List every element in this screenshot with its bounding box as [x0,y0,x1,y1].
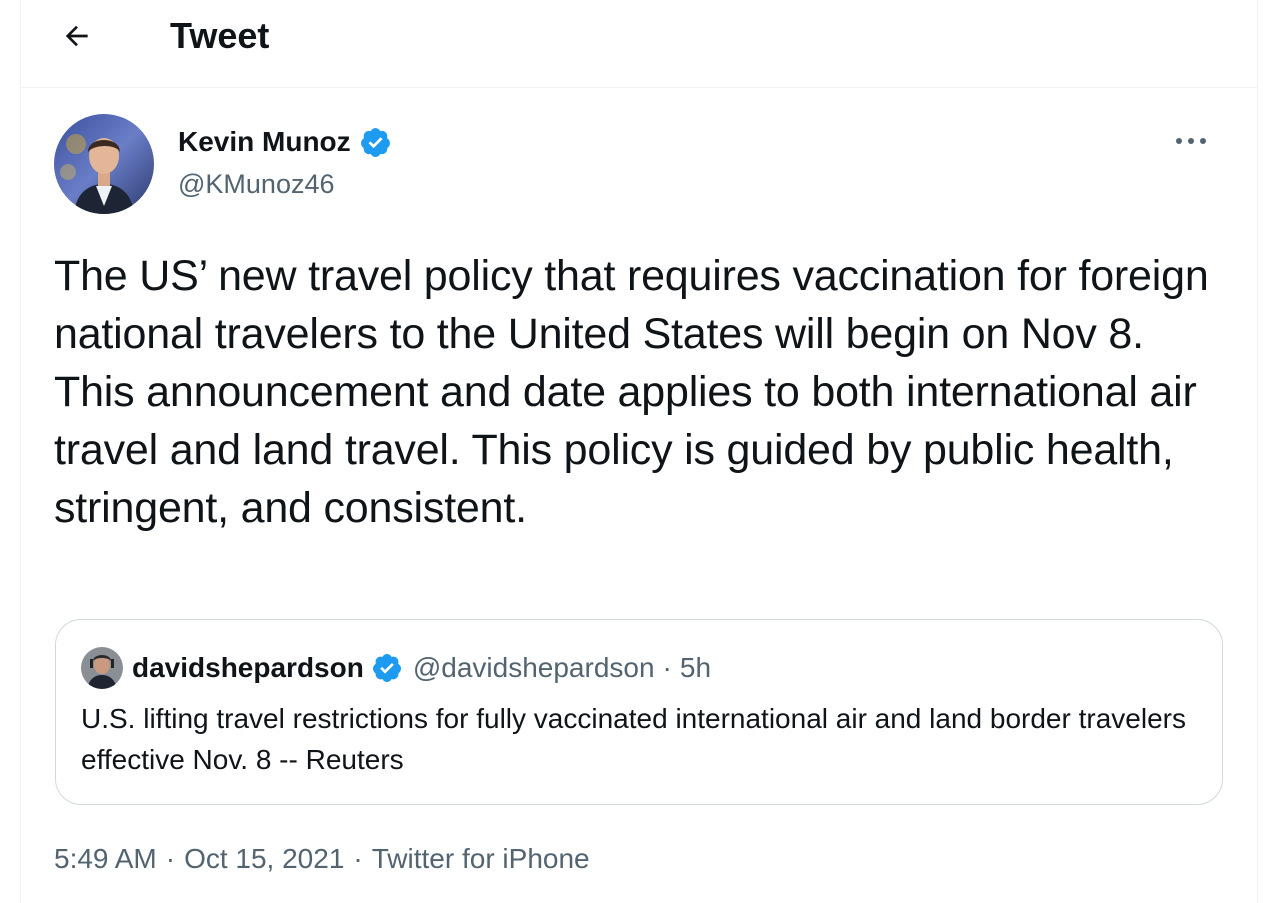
separator-dot: · [662,652,672,683]
quoted-timestamp[interactable]: 5h [680,649,711,687]
more-options-button[interactable] [1171,126,1211,156]
more-dots-icon [1176,138,1206,144]
quoted-avatar-photo [81,647,123,689]
quoted-avatar[interactable] [81,647,123,689]
separator-dot: · [353,843,363,874]
tweet-time[interactable]: 5:49 AM [54,838,157,880]
back-button[interactable] [55,14,99,58]
tweet-date[interactable]: Oct 15, 2021 [184,838,344,880]
tweet-source-link[interactable]: Twitter for iPhone [372,838,590,880]
avatar[interactable] [54,114,154,214]
author-name-row[interactable]: Kevin Munoz [178,124,392,160]
avatar-photo [54,114,154,214]
arrow-left-icon [65,25,88,47]
quoted-tweet-card[interactable]: davidshepardson @davidshepardson · 5h U.… [55,619,1223,805]
tweet-page: Tweet Kevin Munoz @KMunoz46 The US’ new … [20,0,1258,903]
separator-dot: · [165,843,176,874]
quoted-tweet-text: U.S. lifting travel restrictions for ful… [81,703,1186,775]
author-name[interactable]: Kevin Munoz [178,124,351,160]
author-handle[interactable]: @KMunoz46 [178,166,335,202]
page-title: Tweet [170,15,270,56]
tweet-body-text: The US’ new travel policy that requires … [54,252,1209,532]
verified-badge-icon [372,654,401,682]
quoted-tweet-header: davidshepardson @davidshepardson · 5h [132,649,711,687]
quoted-author-name[interactable]: davidshepardson [132,649,364,687]
quoted-author-handle[interactable]: @davidshepardson [413,649,655,687]
verified-badge-icon [360,127,390,157]
page-header: Tweet [21,0,1257,88]
tweet-meta: 5:49 AM · Oct 15, 2021 · Twitter for iPh… [54,838,590,880]
